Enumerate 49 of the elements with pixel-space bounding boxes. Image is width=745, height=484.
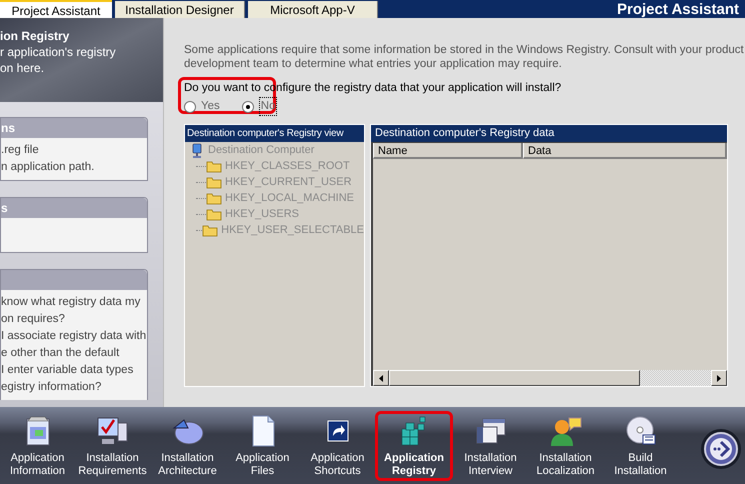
navigation-item[interactable]: Installation Architecture xyxy=(150,411,225,481)
panel-title: Destination computer's Registry data xyxy=(371,125,727,142)
help-text[interactable]: e other than the default xyxy=(1,347,147,360)
navigation-item[interactable]: Application Registry xyxy=(375,411,453,481)
panel-title: Destination computer's Registry view xyxy=(185,125,364,142)
navigation-item[interactable]: Installation Requirements xyxy=(75,411,150,481)
scrollbar-thumb[interactable] xyxy=(389,370,640,386)
app-title: Project Assistant xyxy=(617,2,739,16)
intro-text: Some applications require that some information be stored in the Windows Registry. Consult with your product xyxy=(184,43,745,57)
radio-option[interactable]: Yes xyxy=(184,97,220,116)
help-text[interactable]: egistry information? xyxy=(1,381,147,394)
sidebar-description: on here. xyxy=(0,60,46,76)
column-header[interactable]: Data xyxy=(523,143,727,160)
navigation-item[interactable]: Application Files xyxy=(225,411,300,481)
next-button[interactable] xyxy=(701,429,741,469)
navigation-item[interactable]: Installation Localization xyxy=(528,411,603,481)
help-text: .reg file xyxy=(1,144,40,157)
navigation-item[interactable]: Application Information xyxy=(0,411,75,481)
intro-text: development team to determine what entries your application may require. xyxy=(184,57,563,71)
folder-icon xyxy=(202,224,218,237)
windows-icon xyxy=(474,416,506,444)
folder-icon xyxy=(206,208,222,221)
document-icon xyxy=(250,414,276,446)
computer-icon xyxy=(190,142,204,158)
help-text[interactable]: know what registry data my xyxy=(1,296,147,309)
folder-icon xyxy=(206,192,222,205)
help-text: n application path. xyxy=(1,161,96,174)
navigation-item[interactable]: Build Installation xyxy=(603,411,678,481)
sidebar-heading: ion Registry xyxy=(0,28,70,44)
person-speech-icon xyxy=(548,414,582,446)
tab[interactable]: Microsoft App-V xyxy=(248,1,378,18)
navigation-item[interactable]: Installation Interview xyxy=(453,411,528,481)
sidebar-description: r application's registry xyxy=(0,44,117,60)
card-header: ns xyxy=(1,118,147,138)
folder-icon xyxy=(206,160,222,173)
tab[interactable]: Installation Designer xyxy=(115,1,245,18)
column-header[interactable]: Name xyxy=(373,143,523,160)
help-text[interactable]: on requires? xyxy=(1,313,147,326)
help-text[interactable]: I enter variable data types xyxy=(1,364,147,377)
card-header: s xyxy=(1,198,147,218)
scroll-right-icon[interactable] xyxy=(717,374,721,382)
disc-icon xyxy=(624,414,656,446)
navigation-item[interactable]: Application Shortcuts xyxy=(300,411,375,481)
horizontal-scrollbar[interactable] xyxy=(373,370,727,386)
tab[interactable]: Project Assistant xyxy=(0,0,112,18)
scroll-left-icon[interactable] xyxy=(379,374,383,382)
help-text[interactable]: I associate registry data with xyxy=(1,330,147,343)
computer-checkmark-icon xyxy=(96,414,130,446)
folder-icon xyxy=(206,176,222,189)
